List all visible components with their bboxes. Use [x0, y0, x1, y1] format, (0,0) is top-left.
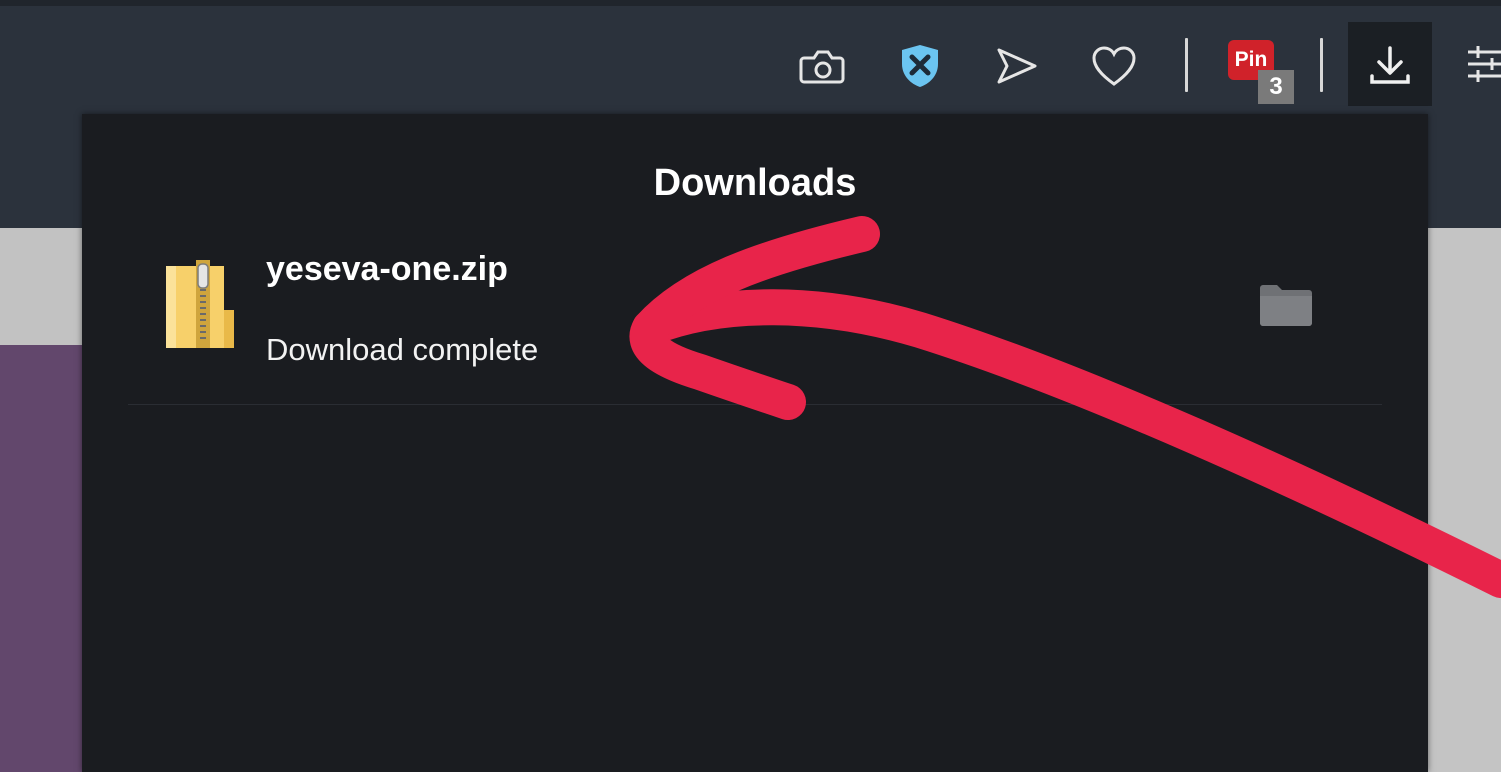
- panel-title: Downloads: [653, 162, 857, 204]
- download-filename: yeseva-one.zip: [266, 250, 508, 288]
- settings-sliders-icon[interactable]: [1466, 42, 1501, 90]
- toolbar-top-edge: [0, 0, 1501, 6]
- downloads-panel: Downloads yeseva-one.zip Download comple…: [82, 114, 1428, 772]
- item-separator: [128, 404, 1382, 405]
- browser-window: Pin 3 Downloads yeseva-one.zip Download …: [0, 0, 1501, 772]
- shield-x-icon[interactable]: [894, 40, 946, 92]
- folder-icon: [1260, 285, 1312, 326]
- downloads-button[interactable]: [1348, 22, 1432, 106]
- camera-icon[interactable]: [796, 40, 848, 92]
- toolbar-divider: [1320, 38, 1323, 92]
- pin-label: Pin: [1234, 48, 1268, 71]
- download-status: Download complete: [266, 332, 539, 367]
- page-background: [0, 228, 82, 345]
- download-item[interactable]: yeseva-one.zip Download complete: [128, 234, 1382, 404]
- page-purple-banner: [0, 345, 82, 772]
- download-icon: [1370, 46, 1410, 84]
- pin-count-badge: 3: [1258, 70, 1294, 104]
- zip-folder-icon: [166, 260, 234, 348]
- send-icon[interactable]: [990, 40, 1042, 92]
- show-in-folder-button[interactable]: [1258, 280, 1314, 330]
- heart-icon[interactable]: [1088, 40, 1140, 92]
- toolbar-divider: [1185, 38, 1188, 92]
